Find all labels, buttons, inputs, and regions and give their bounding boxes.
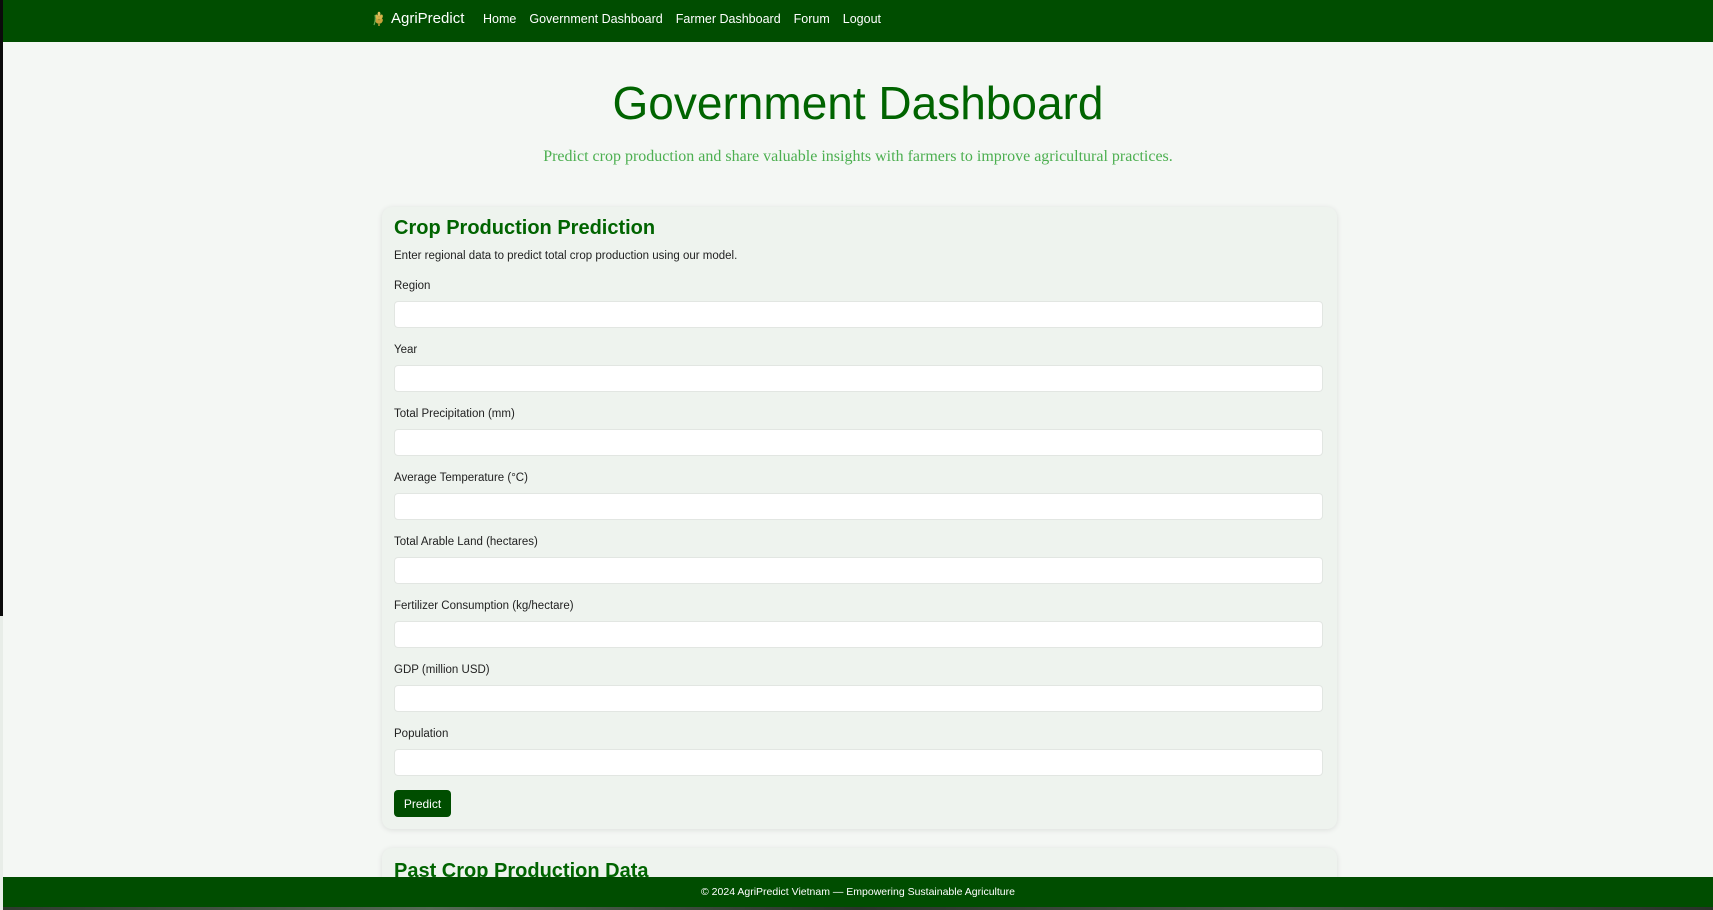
- year-label: Year: [394, 344, 418, 356]
- predict-button[interactable]: Predict: [394, 790, 451, 817]
- nav-link-government-dashboard[interactable]: Government Dashboard: [529, 12, 662, 26]
- region-input[interactable]: [394, 301, 1323, 328]
- fertilizer-input[interactable]: [394, 621, 1323, 648]
- population-input[interactable]: [394, 749, 1323, 776]
- page-footer: © 2024 AgriPredict Vietnam — Empowering …: [3, 877, 1713, 907]
- arable-land-label: Total Arable Land (hectares): [394, 536, 538, 548]
- brand-name: AgriPredict: [391, 10, 465, 27]
- card-description: Enter regional data to predict total cro…: [394, 250, 738, 262]
- population-label: Population: [394, 728, 449, 740]
- page-title: Government Dashboard: [612, 77, 1104, 129]
- nav-link-home[interactable]: Home: [483, 12, 516, 26]
- crop-prediction-card: Crop Production Prediction Enter regiona…: [382, 207, 1337, 829]
- fertilizer-label: Fertilizer Consumption (kg/hectare): [394, 600, 574, 612]
- page-subtitle: Predict crop production and share valuab…: [543, 148, 1173, 165]
- nav-link-logout[interactable]: Logout: [843, 12, 881, 26]
- wheat-icon: [371, 11, 387, 27]
- gdp-input[interactable]: [394, 685, 1323, 712]
- arable-land-input[interactable]: [394, 557, 1323, 584]
- page-viewport: AgriPredict Home Government Dashboard Fa…: [3, 0, 1713, 910]
- top-navbar: AgriPredict Home Government Dashboard Fa…: [3, 0, 1713, 42]
- nav-link-farmer-dashboard[interactable]: Farmer Dashboard: [676, 12, 781, 26]
- precipitation-label: Total Precipitation (mm): [394, 408, 515, 420]
- year-input[interactable]: [394, 365, 1323, 392]
- footer-text: © 2024 AgriPredict Vietnam — Empowering …: [701, 886, 1015, 898]
- temperature-label: Average Temperature (°C): [394, 472, 528, 484]
- nav-link-forum[interactable]: Forum: [794, 12, 830, 26]
- temperature-input[interactable]: [394, 493, 1323, 520]
- brand-logo[interactable]: AgriPredict: [371, 10, 464, 27]
- precipitation-input[interactable]: [394, 429, 1323, 456]
- card-title: Crop Production Prediction: [394, 217, 656, 239]
- nav-links: Home Government Dashboard Farmer Dashboa…: [483, 12, 881, 26]
- gdp-label: GDP (million USD): [394, 664, 490, 676]
- region-label: Region: [394, 280, 431, 292]
